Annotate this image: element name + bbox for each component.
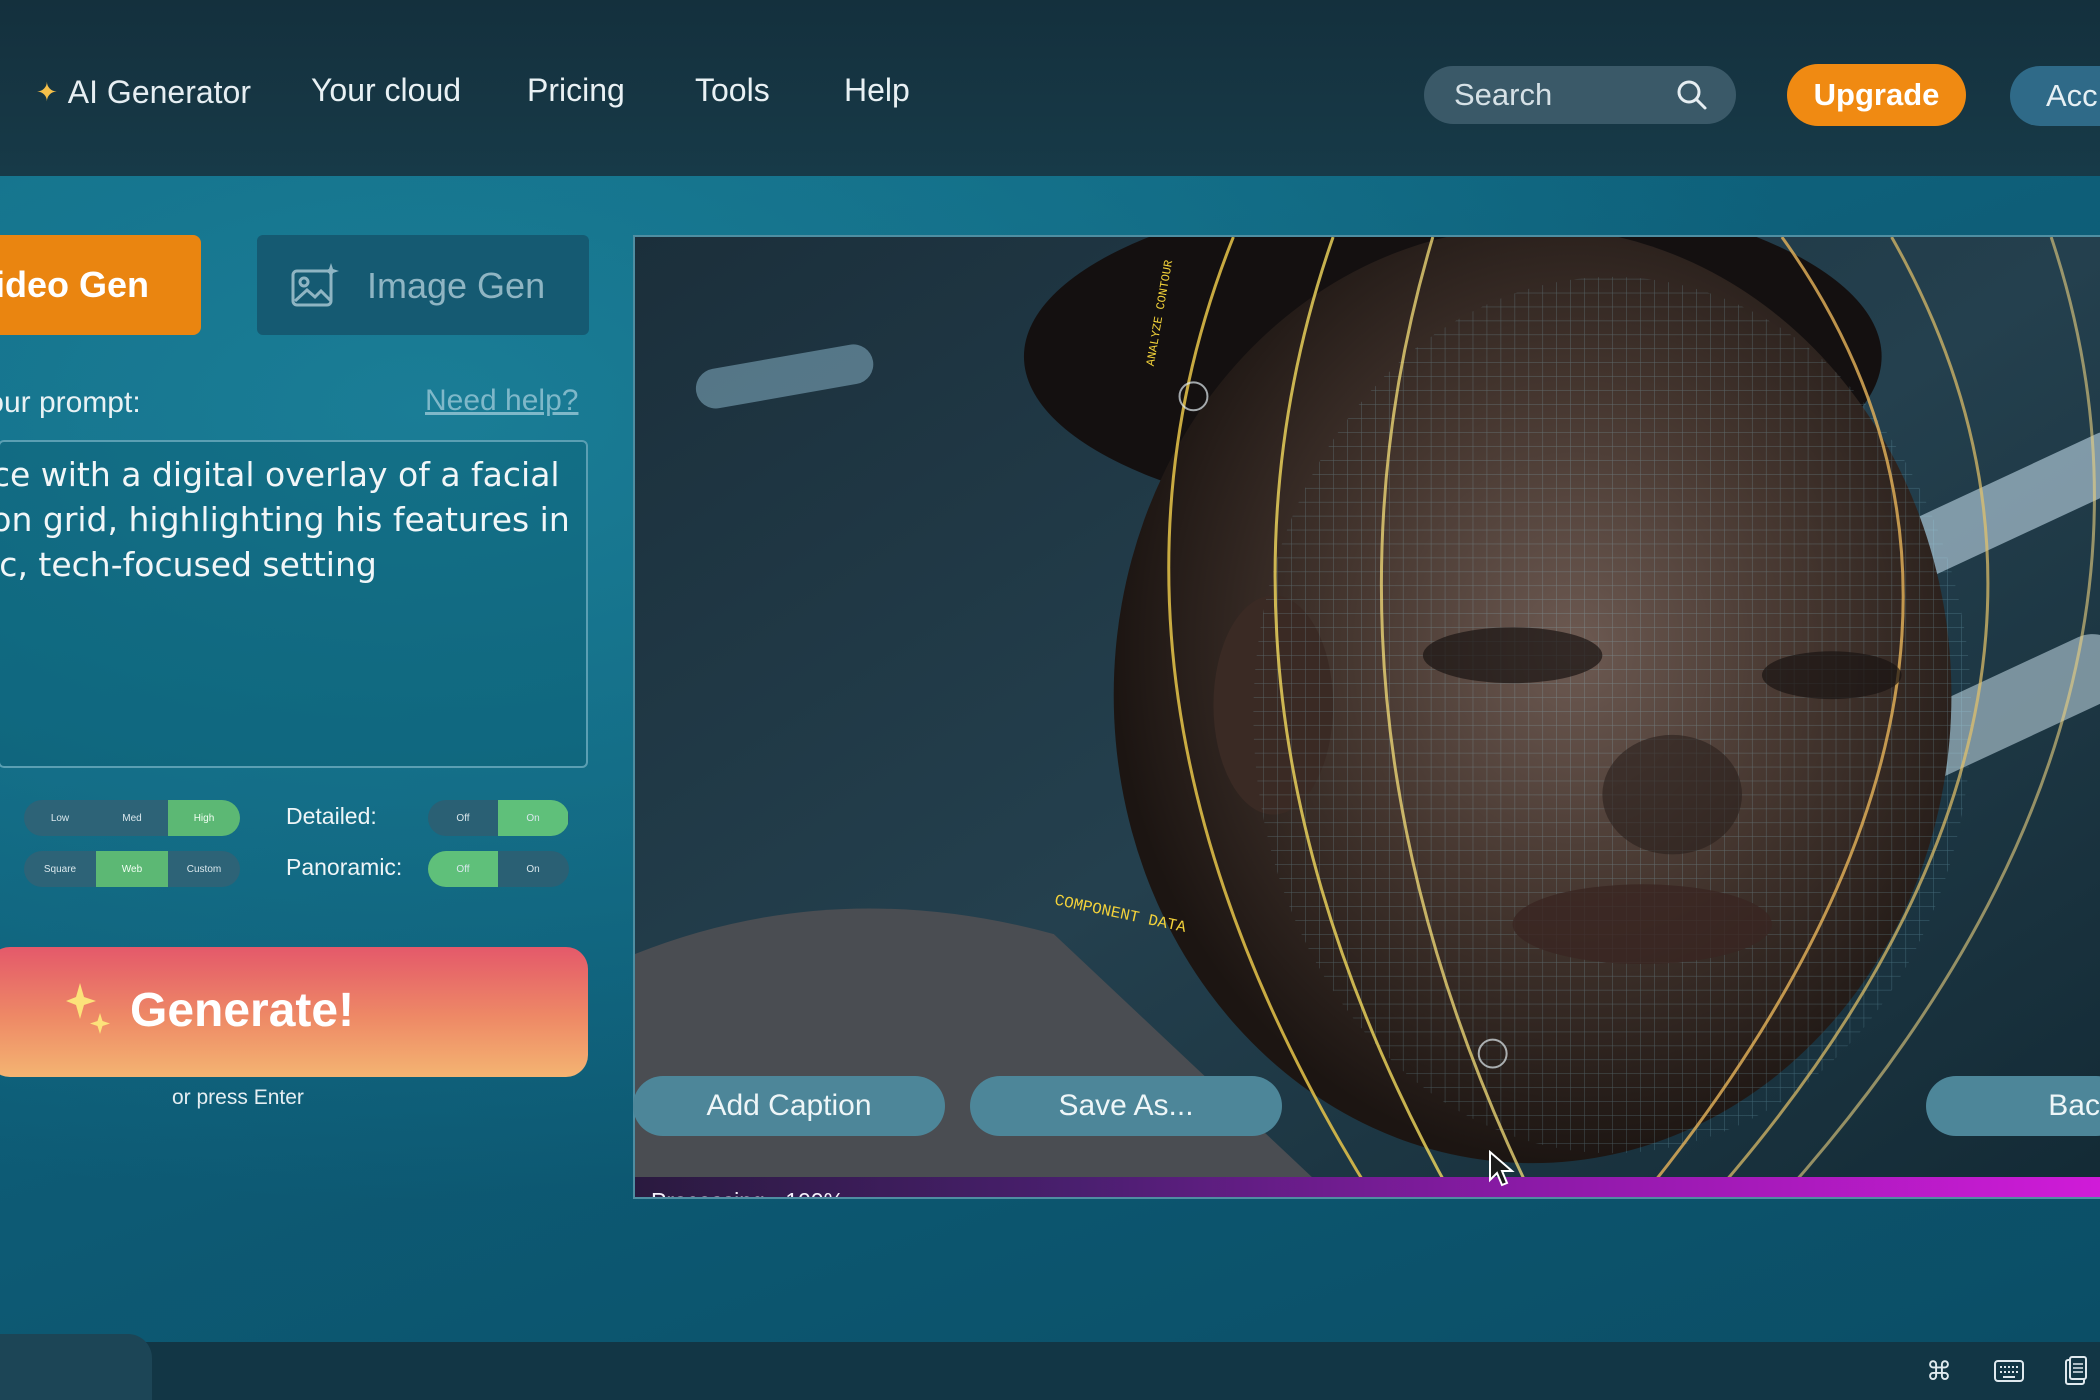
prompt-line: stic, tech-focused setting	[0, 545, 377, 584]
prompt-line: ition grid, highlighting his features in	[0, 500, 570, 539]
generate-label: Generate!	[130, 984, 355, 1037]
prompt-text: face with a digital overlay of a facial i…	[0, 452, 586, 587]
keyboard-icon[interactable]	[1994, 1360, 2024, 1382]
processing-progress-bar: Processing - 100%	[635, 1177, 2100, 1197]
preview-image: COMPONENT DATA ANALYZE CONTOUR	[635, 237, 2100, 1197]
format-option-square[interactable]: Square	[24, 851, 96, 887]
detailed-label: Detailed:	[286, 803, 377, 829]
search-icon[interactable]	[1676, 79, 1708, 111]
panoramic-label: Panoramic:	[286, 854, 403, 880]
nav-item-pricing[interactable]: Pricing	[527, 72, 625, 109]
upgrade-button[interactable]: Upgrade	[1787, 64, 1966, 126]
generate-hint: or press Enter	[172, 1086, 304, 1109]
prompt-line: face with a digital overlay of a facial	[0, 455, 560, 494]
image-sparkle-icon	[291, 263, 339, 307]
brand-label: AI Generator	[67, 73, 251, 110]
detailed-option-off[interactable]: Off	[428, 800, 498, 836]
command-icon[interactable]: ⌘	[1926, 1356, 1952, 1387]
mouse-cursor-icon	[1489, 1150, 1515, 1187]
nav-item-help[interactable]: Help	[844, 72, 910, 109]
quality-option-low[interactable]: Low	[24, 800, 96, 836]
sparkle-icon	[66, 983, 110, 1034]
detailed-toggle: Off On	[428, 800, 569, 836]
main-workspace: Video Gen Image Gen Your prompt: Need he…	[0, 176, 2100, 1342]
brand-link[interactable]: ✦ AI Generator	[36, 72, 251, 112]
nav-item-your-cloud[interactable]: Your cloud	[311, 72, 461, 109]
prompt-label: Your prompt:	[0, 386, 141, 419]
bottom-toolbar: ⌘	[0, 1334, 2100, 1400]
prompt-textarea[interactable]: face with a digital overlay of a facial i…	[0, 440, 588, 768]
quality-option-high[interactable]: High	[168, 800, 240, 836]
add-caption-button[interactable]: Add Caption	[633, 1076, 945, 1136]
quality-selector: Low Med High	[24, 800, 240, 836]
sparkle-icon: ✦	[36, 77, 58, 107]
tab-video-gen[interactable]: Video Gen	[0, 235, 201, 335]
quality-option-med[interactable]: Med	[96, 800, 168, 836]
generate-button[interactable]: Generate!	[0, 947, 588, 1077]
generated-preview: COMPONENT DATA ANALYZE CONTOUR Processin…	[633, 235, 2100, 1199]
detailed-option-on[interactable]: On	[498, 800, 568, 836]
tab-image-gen[interactable]: Image Gen	[257, 235, 589, 335]
search-input[interactable]: Search	[1424, 66, 1736, 124]
panoramic-option-off[interactable]: Off	[428, 851, 498, 887]
panoramic-toggle: Off On	[428, 851, 569, 887]
format-selector: Square Web Custom	[24, 851, 240, 887]
format-option-custom[interactable]: Custom	[168, 851, 240, 887]
nav-item-tools[interactable]: Tools	[695, 72, 770, 109]
bottom-tab[interactable]	[0, 1334, 152, 1400]
tab-image-gen-label: Image Gen	[367, 265, 546, 306]
need-help-link[interactable]: Need help?	[425, 384, 578, 418]
back-button[interactable]: Bac	[1926, 1076, 2100, 1136]
panoramic-option-on[interactable]: On	[498, 851, 568, 887]
clipboard-icon[interactable]	[2064, 1356, 2088, 1386]
search-placeholder: Search	[1454, 77, 1553, 112]
account-button[interactable]: Acc	[2010, 66, 2100, 126]
save-as-button[interactable]: Save As...	[970, 1076, 1282, 1136]
top-navigation-bar: ✦ AI Generator Your cloud Pricing Tools …	[0, 0, 2100, 176]
processing-label: Processing - 100%	[651, 1188, 844, 1197]
format-option-web[interactable]: Web	[96, 851, 168, 887]
